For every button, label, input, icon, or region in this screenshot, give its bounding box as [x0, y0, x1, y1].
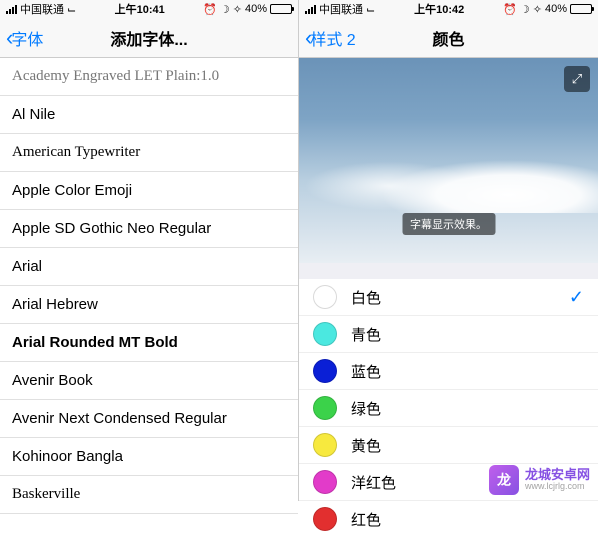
carrier-label: 中国联通	[319, 1, 363, 17]
battery-icon	[270, 4, 292, 14]
back-button[interactable]: ‹ 字体	[6, 25, 43, 51]
alarm-icon: ⏰	[203, 3, 217, 16]
battery-percent: 40%	[245, 3, 267, 15]
color-swatch	[313, 507, 337, 531]
color-list: 白色 ✓ 青色蓝色绿色黄色洋红色红色	[299, 279, 598, 537]
alarm-icon: ⏰	[503, 3, 517, 16]
color-row[interactable]: 白色 ✓	[299, 279, 598, 316]
back-label: 样式 2	[310, 26, 355, 50]
color-swatch	[313, 322, 337, 346]
color-label: 黄色	[351, 435, 381, 456]
font-list: Academy Engraved LET Plain:1.0Al NileAme…	[0, 58, 298, 514]
color-section: 白色 ✓ 青色蓝色绿色黄色洋红色红色	[299, 263, 598, 537]
color-swatch	[313, 285, 337, 309]
checkmark-icon: ✓	[569, 287, 584, 308]
color-swatch	[313, 470, 337, 494]
color-label: 蓝色	[351, 361, 381, 382]
do-not-disturb-icon: ☽	[520, 3, 530, 16]
bluetooth-icon: ✧	[233, 3, 242, 16]
color-picker-screen: 中国联通 ⌙ 上午10:42 ⏰ ☽ ✧ 40% ‹ 样式 2 颜色 ⤢	[299, 0, 598, 501]
color-label: 青色	[351, 324, 381, 345]
font-row[interactable]: Arial Hebrew	[0, 286, 298, 324]
color-swatch	[313, 396, 337, 420]
color-row[interactable]: 青色	[299, 316, 598, 353]
status-bar: 中国联通 ⌙ 上午10:42 ⏰ ☽ ✧ 40%	[299, 0, 598, 18]
wifi-icon: ⌙	[366, 3, 375, 16]
color-row[interactable]: 洋红色	[299, 464, 598, 501]
color-swatch	[313, 359, 337, 383]
nav-bar: ‹ 字体 添加字体...	[0, 18, 298, 58]
color-swatch	[313, 433, 337, 457]
subtitle-preview: 字幕显示效果。	[402, 213, 495, 235]
font-row[interactable]: Avenir Book	[0, 362, 298, 400]
page-title: 颜色	[432, 26, 464, 50]
color-label: 绿色	[351, 398, 381, 419]
back-label: 字体	[11, 26, 43, 50]
color-row[interactable]: 绿色	[299, 390, 598, 427]
font-row[interactable]: Al Nile	[0, 96, 298, 134]
font-row[interactable]: Apple SD Gothic Neo Regular	[0, 210, 298, 248]
battery-icon	[570, 4, 592, 14]
expand-icon: ⤢	[572, 71, 582, 87]
battery-percent: 40%	[545, 3, 567, 15]
video-preview: ⤢ 字幕显示效果。	[299, 58, 598, 263]
bluetooth-icon: ✧	[533, 3, 542, 16]
font-picker-screen: 中国联通 ⌙ 上午10:41 ⏰ ☽ ✧ 40% ‹ 字体 添加字体... Ac…	[0, 0, 299, 501]
color-row[interactable]: 黄色	[299, 427, 598, 464]
status-time: 上午10:42	[414, 1, 464, 17]
font-row[interactable]: Arial Rounded MT Bold	[0, 324, 298, 362]
status-bar: 中国联通 ⌙ 上午10:41 ⏰ ☽ ✧ 40%	[0, 0, 298, 18]
do-not-disturb-icon: ☽	[220, 3, 230, 16]
font-row[interactable]: Apple Color Emoji	[0, 172, 298, 210]
back-button[interactable]: ‹ 样式 2	[305, 25, 356, 51]
color-label: 洋红色	[351, 472, 396, 493]
font-row[interactable]: Arial	[0, 248, 298, 286]
wifi-icon: ⌙	[67, 3, 76, 16]
status-time: 上午10:41	[115, 1, 165, 17]
page-title: 添加字体...	[110, 26, 187, 50]
signal-icon	[305, 5, 316, 14]
font-row[interactable]: Avenir Next Condensed Regular	[0, 400, 298, 438]
font-row[interactable]: Kohinoor Bangla	[0, 438, 298, 476]
font-row[interactable]: American Typewriter	[0, 134, 298, 172]
color-label: 红色	[351, 509, 381, 530]
font-row[interactable]: Academy Engraved LET Plain:1.0	[0, 58, 298, 96]
color-row[interactable]: 红色	[299, 501, 598, 537]
font-row[interactable]: Baskerville	[0, 476, 298, 514]
carrier-label: 中国联通	[20, 1, 64, 17]
signal-icon	[6, 5, 17, 14]
color-label: 白色	[351, 287, 381, 308]
color-row[interactable]: 蓝色	[299, 353, 598, 390]
expand-button[interactable]: ⤢	[564, 66, 590, 92]
nav-bar: ‹ 样式 2 颜色	[299, 18, 598, 58]
cloud-graphic	[299, 123, 598, 213]
